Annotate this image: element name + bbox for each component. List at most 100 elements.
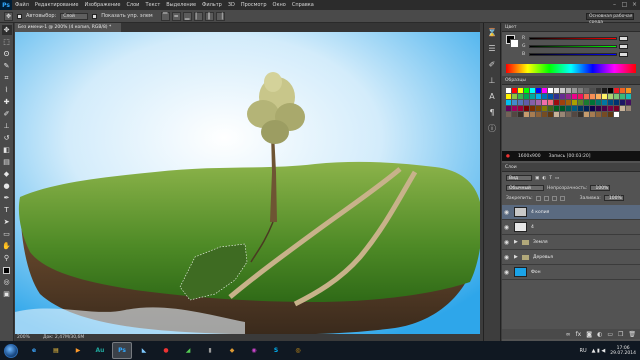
taskbar-app-explorer-icon[interactable]: ▤	[46, 342, 66, 359]
color-spectrum[interactable]	[506, 64, 636, 73]
swatch[interactable]	[518, 112, 523, 117]
tray-icons[interactable]: ▲ ▮ ◀	[592, 348, 606, 354]
autoselect-checkbox[interactable]	[17, 13, 22, 19]
swatch[interactable]	[596, 100, 601, 105]
eyedropper-tool-icon[interactable]: ⌇	[2, 85, 12, 95]
zoom-tool-icon[interactable]: ⚲	[2, 253, 12, 263]
taskbar-app-media-icon[interactable]: ▶	[68, 342, 88, 359]
swatch[interactable]	[566, 94, 571, 99]
swatch[interactable]	[584, 106, 589, 111]
move-tool-icon[interactable]: ✥	[1, 25, 12, 35]
clock[interactable]: 17:06 29.07.2014	[610, 346, 636, 356]
swatch[interactable]	[512, 112, 517, 117]
swatch[interactable]	[590, 106, 595, 111]
autoselect-dropdown[interactable]: Слой	[60, 12, 89, 20]
swatch[interactable]	[626, 106, 631, 111]
visibility-eye-icon[interactable]: ◉	[502, 269, 511, 276]
swatch[interactable]	[560, 88, 565, 93]
move-tool-preset-icon[interactable]: ✥	[4, 11, 13, 21]
swatch[interactable]	[530, 94, 535, 99]
foreground-color-icon[interactable]	[3, 266, 10, 274]
clone-stamp-icon[interactable]: ⊥	[2, 121, 12, 131]
align-bottom-icon[interactable]: ▁	[182, 11, 192, 21]
menu-item[interactable]: Текст	[142, 0, 163, 10]
taskbar-app-chrome-icon[interactable]: ◎	[288, 342, 308, 359]
swatch[interactable]	[524, 112, 529, 117]
swatch[interactable]	[608, 88, 613, 93]
swatch[interactable]	[566, 106, 571, 111]
hand-tool-icon[interactable]: ✋	[2, 241, 12, 251]
swatch[interactable]	[548, 94, 553, 99]
swatch[interactable]	[596, 106, 601, 111]
brush-panel-icon[interactable]: ✐	[486, 59, 498, 71]
taskbar-app-photoshop-icon[interactable]: Ps	[112, 342, 132, 359]
swatch[interactable]	[518, 106, 523, 111]
lasso-tool-icon[interactable]: ʘ	[2, 49, 12, 59]
link-layers-icon[interactable]: ∞	[566, 331, 571, 338]
swatch[interactable]	[542, 88, 547, 93]
expand-arrow-icon[interactable]: ▶	[514, 239, 520, 245]
swatch[interactable]	[512, 94, 517, 99]
language-indicator[interactable]: RU	[579, 348, 586, 354]
taskbar-app-app11-icon[interactable]: ◉	[244, 342, 264, 359]
slider-g-track[interactable]	[529, 44, 617, 48]
swatch[interactable]	[620, 88, 625, 93]
swatch[interactable]	[584, 88, 589, 93]
record-icon[interactable]: ●	[506, 154, 510, 159]
swatch[interactable]	[506, 88, 511, 93]
swatch[interactable]	[536, 112, 541, 117]
swatch[interactable]	[566, 112, 571, 117]
quick-mask-icon[interactable]: ◎	[2, 277, 12, 287]
character-panel-icon[interactable]: A	[486, 91, 498, 103]
layer-row[interactable]: ◉ Фон	[502, 265, 640, 280]
swatch[interactable]	[590, 112, 595, 117]
swatch[interactable]	[602, 106, 607, 111]
info-panel-icon[interactable]: ⓘ	[486, 123, 498, 135]
menu-item[interactable]: Файл	[12, 0, 32, 10]
swatch[interactable]	[584, 100, 589, 105]
taskbar-app-skype-icon[interactable]: S	[266, 342, 286, 359]
marquee-tool-icon[interactable]: ⬚	[2, 37, 12, 47]
opacity-field[interactable]: 100%	[590, 185, 611, 191]
swatch[interactable]	[554, 94, 559, 99]
lock-pixels-icon[interactable]	[543, 195, 549, 201]
swatch[interactable]	[530, 88, 535, 93]
swatch[interactable]	[518, 100, 523, 105]
history-panel-icon[interactable]: ⌛	[486, 27, 498, 39]
healing-brush-icon[interactable]: ✚	[2, 97, 12, 107]
lock-position-icon[interactable]	[551, 195, 557, 201]
swatch[interactable]	[506, 106, 511, 111]
zoom-readout[interactable]: 200%	[17, 335, 43, 340]
canvas[interactable]	[15, 32, 480, 334]
swatch[interactable]	[542, 100, 547, 105]
taskbar-app-app7-icon[interactable]: ●	[156, 342, 176, 359]
menu-item[interactable]: Выделение	[163, 0, 199, 10]
type-tool-icon[interactable]: T	[2, 205, 12, 215]
paragraph-panel-icon[interactable]: ¶	[486, 107, 498, 119]
swatch[interactable]	[590, 94, 595, 99]
visibility-eye-icon[interactable]: ◉	[502, 209, 511, 216]
swatch[interactable]	[560, 106, 565, 111]
path-select-icon[interactable]: ➤	[2, 217, 12, 227]
swatch[interactable]	[578, 112, 583, 117]
swatch[interactable]	[608, 100, 613, 105]
tab-layers[interactable]: Слои	[505, 163, 517, 172]
swatch[interactable]	[548, 100, 553, 105]
swatch[interactable]	[584, 94, 589, 99]
brush-tool-icon[interactable]: ✐	[2, 109, 12, 119]
lock-transparency-icon[interactable]	[535, 195, 541, 201]
swatch[interactable]	[506, 94, 511, 99]
taskbar-app-app8-icon[interactable]: ◢	[178, 342, 198, 359]
swatch[interactable]	[506, 100, 511, 105]
layer-style-icon[interactable]: fx	[576, 331, 582, 338]
swatch[interactable]	[578, 94, 583, 99]
background-chip[interactable]	[510, 39, 519, 48]
layer-filter-dropdown[interactable]: Вид	[506, 175, 532, 181]
layer-row[interactable]: ◉ ▶ Земля	[502, 235, 640, 250]
swatch[interactable]	[572, 100, 577, 105]
swatch[interactable]	[620, 94, 625, 99]
swatch[interactable]	[524, 94, 529, 99]
layer-row[interactable]: ◉ 4	[502, 220, 640, 235]
align-center-icon[interactable]: ║	[204, 11, 214, 21]
swatch[interactable]	[560, 94, 565, 99]
